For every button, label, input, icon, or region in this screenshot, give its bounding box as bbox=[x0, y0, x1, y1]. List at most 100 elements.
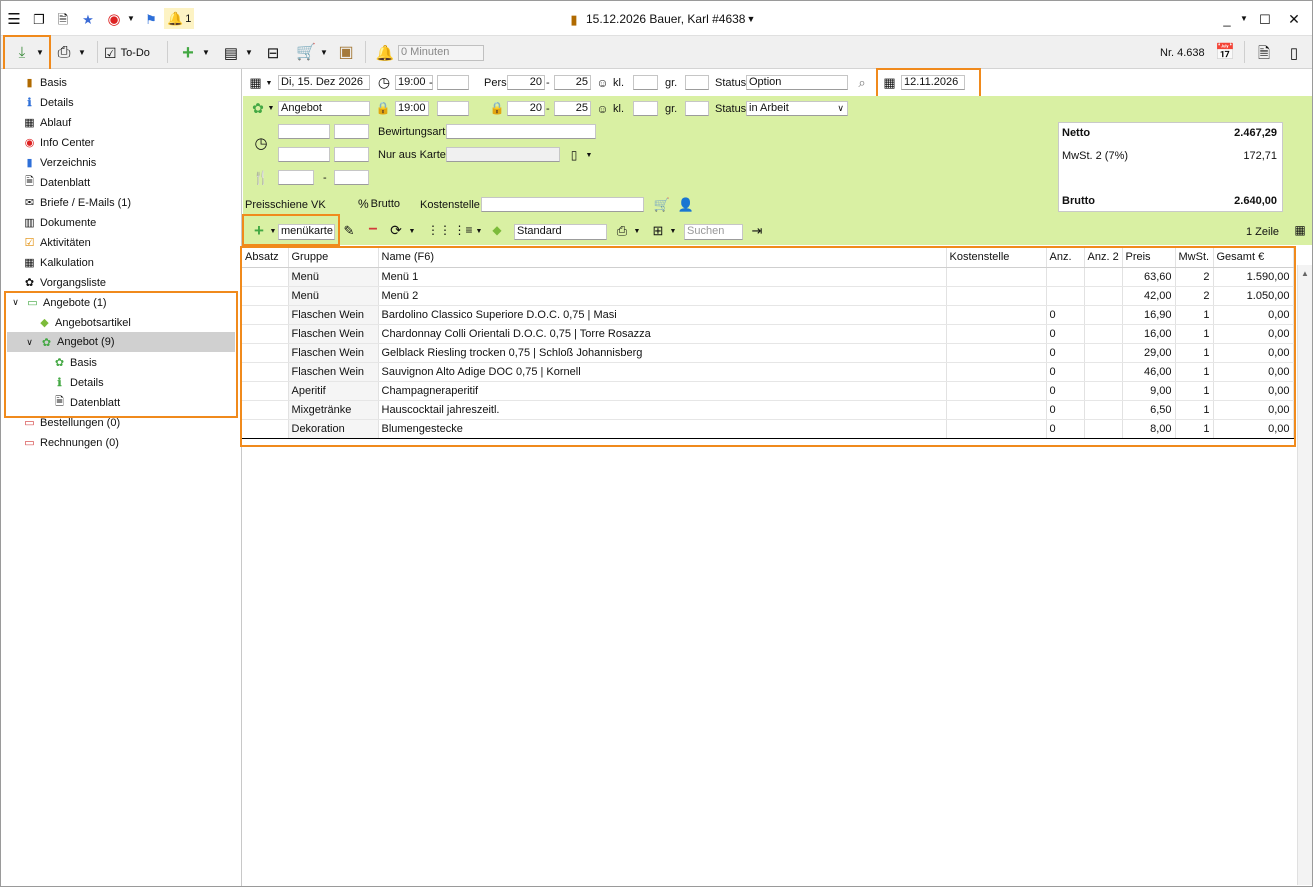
cell-gruppe[interactable]: Dekoration bbox=[288, 418, 379, 439]
add-item-dropdown-icon[interactable]: ▼ bbox=[269, 227, 277, 235]
cell-anz[interactable]: 0 bbox=[1046, 343, 1085, 363]
kl-field[interactable] bbox=[633, 75, 658, 90]
cell-gesamt[interactable]: 0,00 bbox=[1213, 305, 1294, 325]
vertical-scrollbar[interactable]: ▲ bbox=[1297, 265, 1312, 885]
refresh-dropdown-icon[interactable]: ▼ bbox=[408, 227, 416, 235]
scroll-up-icon[interactable]: ▲ bbox=[1300, 269, 1310, 279]
cell-absatz[interactable] bbox=[242, 324, 289, 344]
sidebar-item-datenblatt[interactable]: 🗎 Datenblatt bbox=[23, 173, 90, 192]
search-input[interactable]: Suchen bbox=[684, 224, 743, 240]
export-icon[interactable]: ⇥ bbox=[748, 222, 766, 238]
cell-anz2[interactable] bbox=[1084, 418, 1123, 439]
notification-badge[interactable]: 🔔 1 bbox=[164, 8, 194, 29]
layout-split-icon[interactable]: ⊟ bbox=[262, 43, 284, 63]
maximize-icon[interactable]: ☐ bbox=[1257, 11, 1273, 27]
cell-name[interactable]: Blumengestecke bbox=[378, 418, 947, 439]
cell-gesamt[interactable]: 1.590,00 bbox=[1213, 267, 1294, 287]
cell-kostenstelle[interactable] bbox=[946, 362, 1047, 382]
cell-name[interactable]: Hauscocktail jahreszeitl. bbox=[378, 400, 947, 420]
calendar-icon[interactable]: ▦ bbox=[882, 75, 897, 90]
cell-name[interactable]: Champagneraperitif bbox=[378, 381, 947, 401]
column-header[interactable]: Absatz bbox=[242, 248, 289, 268]
sidebar-item-angebot-details[interactable]: ℹ Details bbox=[53, 373, 103, 392]
cell-preis[interactable]: 16,90 bbox=[1122, 305, 1176, 325]
cell-mwst[interactable]: 1 bbox=[1175, 400, 1214, 420]
comment-dropdown-icon[interactable]: ▼ bbox=[244, 48, 254, 58]
table-row[interactable]: Flaschen Wein Chardonnay Colli Orientali … bbox=[242, 324, 1294, 344]
cell-preis[interactable]: 46,00 bbox=[1122, 362, 1176, 382]
offer-time-to[interactable] bbox=[437, 101, 469, 116]
cell-mwst[interactable]: 1 bbox=[1175, 305, 1214, 325]
brutto-toggle[interactable]: % Brutto bbox=[358, 196, 413, 212]
offer-time-from[interactable]: 19:00 bbox=[395, 101, 429, 116]
edit-pencil-icon[interactable]: ✎ bbox=[341, 222, 357, 238]
column-header[interactable]: Gesamt € bbox=[1213, 248, 1294, 268]
sidebar-item-dokumente[interactable]: ▥ Dokumente bbox=[23, 213, 96, 232]
cell-anz2[interactable] bbox=[1084, 400, 1123, 420]
cell-gruppe[interactable]: Aperitif bbox=[288, 381, 379, 401]
kostenstelle-field[interactable] bbox=[481, 197, 644, 212]
alarm-bell-icon[interactable]: 🔔 bbox=[375, 43, 395, 63]
rows-dropdown-icon[interactable]: ▼ bbox=[475, 227, 483, 235]
lock-icon[interactable]: 🔒 bbox=[376, 100, 391, 116]
flag-download-icon[interactable]: ⚑ bbox=[143, 11, 159, 27]
table-row[interactable]: Aperitif Champagneraperitif 0 9,00 1 0,00 bbox=[242, 381, 1294, 401]
offer-status-select[interactable]: in Arbeit ∨ bbox=[746, 101, 848, 116]
package-icon[interactable]: ▣ bbox=[335, 42, 357, 64]
comment-list-icon[interactable]: ▤ bbox=[219, 43, 243, 63]
offer-extra-field-1[interactable] bbox=[278, 124, 330, 139]
event-time-to[interactable] bbox=[437, 75, 469, 90]
column-header[interactable]: Name (F6) bbox=[378, 248, 947, 268]
cell-absatz[interactable] bbox=[242, 400, 289, 420]
person-lock-icon[interactable]: 👤 bbox=[677, 196, 695, 212]
offer-pers-to[interactable]: 25 bbox=[554, 101, 591, 116]
bewirtungsart-field[interactable] bbox=[446, 124, 596, 139]
gr-field[interactable] bbox=[685, 75, 709, 90]
cell-kostenstelle[interactable] bbox=[946, 286, 1047, 306]
document-clock-icon[interactable]: 🗎 bbox=[1253, 42, 1275, 64]
compass-icon[interactable]: ◉ bbox=[105, 10, 123, 28]
cell-kostenstelle[interactable] bbox=[946, 267, 1047, 287]
offer-extra-field-2[interactable] bbox=[334, 124, 369, 139]
offer-gr-field[interactable] bbox=[685, 101, 709, 116]
cell-anz[interactable]: 0 bbox=[1046, 381, 1085, 401]
timer-field[interactable]: 0 Minuten bbox=[398, 45, 484, 61]
cell-gesamt[interactable]: 0,00 bbox=[1213, 362, 1294, 382]
zoom-icon[interactable]: ⌕ bbox=[854, 74, 870, 90]
sidebar-item-briefe[interactable]: ✉ Briefe / E-Mails (1) bbox=[23, 193, 131, 212]
todo-button[interactable]: ☑ To-Do bbox=[104, 41, 162, 65]
print-dropdown-icon[interactable]: ▼ bbox=[633, 227, 641, 235]
windows-icon[interactable]: ❐ bbox=[31, 11, 47, 27]
nur-aus-karte-field[interactable] bbox=[446, 147, 560, 162]
table-row[interactable]: Menü Menü 2 42,00 2 1.050,00 bbox=[242, 286, 1294, 306]
calendar-icon[interactable]: ▦ bbox=[248, 75, 263, 90]
cell-mwst[interactable]: 1 bbox=[1175, 381, 1214, 401]
sidebar-item-angebot-datenblatt[interactable]: 🗎 Datenblatt bbox=[53, 393, 120, 412]
offer-name-field[interactable]: Angebot bbox=[278, 101, 370, 116]
shopping-cart-icon[interactable]: 🛒 bbox=[653, 196, 671, 212]
cell-gruppe[interactable]: Menü bbox=[288, 267, 379, 287]
cell-name[interactable]: Bardolino Classico Superiore D.O.C. 0,75… bbox=[378, 305, 947, 325]
add-item-icon[interactable]: + bbox=[251, 222, 267, 239]
cell-anz2[interactable] bbox=[1084, 267, 1123, 287]
cell-absatz[interactable] bbox=[242, 362, 289, 382]
columns-icon[interactable]: ⋮⋮ bbox=[427, 222, 451, 238]
card-dropdown-icon[interactable]: ▼ bbox=[585, 151, 593, 159]
offer-extra-field-3[interactable] bbox=[278, 147, 330, 162]
cell-preis[interactable]: 8,00 bbox=[1122, 418, 1176, 439]
table-row[interactable]: Mixgetränke Hauscocktail jahreszeitl. 0 6,5… bbox=[242, 400, 1294, 420]
sidebar-item-info-center[interactable]: ◉ Info Center bbox=[23, 133, 95, 152]
sidebar-item-aktivitaeten[interactable]: ☑ Aktivitäten bbox=[23, 233, 91, 252]
lock-icon[interactable]: 🔒 bbox=[490, 100, 505, 116]
cell-preis[interactable]: 16,00 bbox=[1122, 324, 1176, 344]
cell-anz2[interactable] bbox=[1084, 305, 1123, 325]
cell-mwst[interactable]: 1 bbox=[1175, 324, 1214, 344]
pers-from-field[interactable]: 20 bbox=[507, 75, 545, 90]
clock-settings-icon[interactable]: ◷ bbox=[252, 134, 270, 152]
cell-gruppe[interactable]: Menü bbox=[288, 286, 379, 306]
cell-preis[interactable]: 6,50 bbox=[1122, 400, 1176, 420]
menu-card-input[interactable]: menükarte bbox=[278, 224, 335, 240]
cell-kostenstelle[interactable] bbox=[946, 381, 1047, 401]
cell-anz[interactable]: 0 bbox=[1046, 305, 1085, 325]
offer-cutlery-to[interactable] bbox=[334, 170, 369, 185]
